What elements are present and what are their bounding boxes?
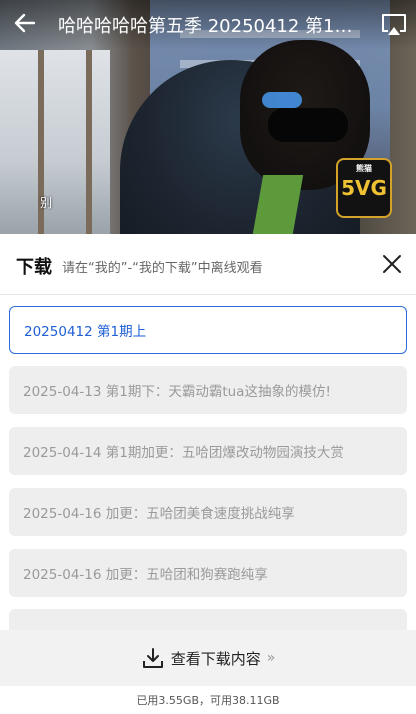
episode-item[interactable]: 2025-04-16 加更：五哈团美食速度挑战纯享 [9, 488, 407, 536]
download-panel-hint: 请在“我的”-“我的下载”中离线观看 [62, 261, 263, 276]
video-title: 哈哈哈哈哈第五季 20250412 第1期.. [58, 16, 358, 37]
episode-item-partial[interactable] [9, 609, 407, 630]
storage-info: 已用3.55GB，可用38.11GB [136, 694, 280, 707]
download-panel-title: 下载 [16, 257, 52, 278]
episode-item-selected[interactable]: 20250412 第1期上 [9, 306, 407, 354]
screen-cast-icon[interactable] [380, 12, 408, 38]
video-player[interactable]: 熊猫 5VG 别 哈哈哈哈哈第五季 20250412 第1期.. [0, 0, 416, 234]
close-icon[interactable] [380, 252, 404, 276]
video-frame-window [0, 50, 110, 234]
download-panel-header: 下载 请在“我的”-“我的下载”中离线观看 [0, 234, 416, 294]
view-downloads-label: 查看下载内容 [170, 649, 261, 668]
back-arrow-icon[interactable] [10, 8, 40, 38]
episode-item[interactable]: 2025-04-13 第1期下：天霸动霸tua这抽象的模仿! [9, 366, 407, 414]
video-subtitle: 别 [40, 196, 53, 210]
episode-item[interactable]: 2025-04-16 加更：五哈团和狗赛跑纯享 [9, 549, 407, 597]
video-frame-glasses [268, 108, 348, 142]
chevron-right-icon: » [266, 650, 276, 666]
view-downloads-bar: 查看下载内容 » [0, 630, 416, 686]
divider [0, 294, 416, 295]
view-downloads-button[interactable]: 查看下载内容 » [141, 646, 276, 670]
download-icon [142, 648, 163, 668]
download-panel: 下载 请在“我的”-“我的下载”中离线观看 20250412 第1期上 2025… [0, 234, 416, 714]
player-top-bar: 哈哈哈哈哈第五季 20250412 第1期.. [0, 0, 416, 50]
channel-logo: 熊猫 5VG [336, 158, 392, 218]
episode-item[interactable]: 2025-04-14 第1期加更：五哈团爆改动物园演技大赏 [9, 427, 407, 475]
